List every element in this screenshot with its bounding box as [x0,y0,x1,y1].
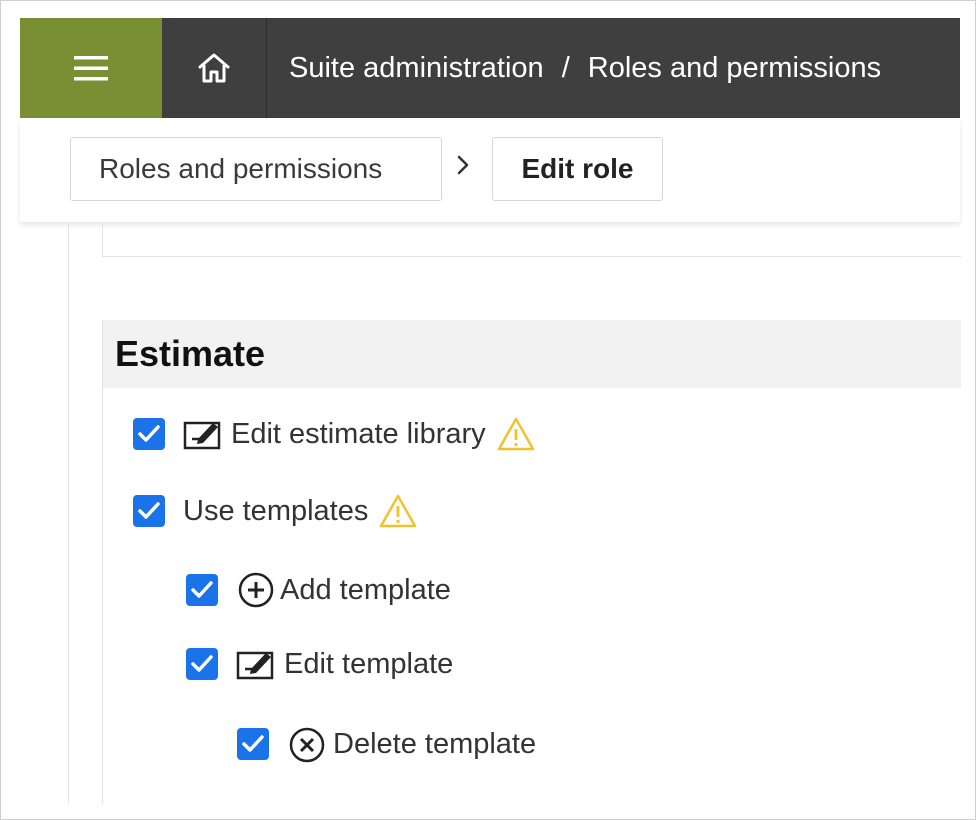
topbar-crumb-suite-administration[interactable]: Suite administration [289,52,544,85]
permission-delete-template: Delete template [237,724,536,764]
checkbox-delete-template[interactable] [237,728,269,760]
permission-label: Use templates [183,494,369,527]
topbar-crumb-roles-and-permissions[interactable]: Roles and permissions [588,52,881,85]
previous-card [102,222,961,257]
topbar-separator: / [561,51,570,84]
check-icon [191,655,213,672]
chevron-right-icon [457,155,469,175]
menu-button[interactable] [20,18,162,118]
topbar-breadcrumb: Suite administration / Roles and permiss… [267,52,881,85]
hamburger-icon [74,56,108,81]
permission-edit-estimate-library: Edit estimate library [133,416,536,452]
check-icon [138,425,160,442]
permission-use-templates: Use templates [133,493,418,529]
checkbox-edit-template[interactable] [186,648,218,680]
checkbox-edit-estimate-library[interactable] [133,418,165,450]
breadcrumb: Roles and permissions Edit role [20,118,960,222]
permission-label: Delete template [333,727,537,760]
warning-icon [378,493,418,529]
content-divider [68,222,69,804]
home-button[interactable] [162,18,267,118]
permission-label: Edit estimate library [231,417,486,450]
permission-label: Add template [280,573,451,606]
warning-icon [496,416,536,452]
check-icon [191,581,213,598]
check-icon [242,735,264,752]
edit-icon [183,417,227,451]
permission-edit-template: Edit template [186,647,453,681]
permission-add-template: Add template [186,570,451,610]
delete-circle-icon [287,724,329,764]
permission-label: Edit template [284,647,454,680]
add-circle-icon [236,570,276,610]
home-icon [198,53,230,83]
section-title: Estimate [103,320,961,388]
check-icon [138,502,160,519]
checkbox-add-template[interactable] [186,574,218,606]
top-bar: Suite administration / Roles and permiss… [20,18,960,118]
checkbox-use-templates[interactable] [133,495,165,527]
estimate-section: Estimate Edit estimate library Use templ… [102,320,961,804]
breadcrumb-roles-and-permissions[interactable]: Roles and permissions [70,137,442,201]
breadcrumb-edit-role[interactable]: Edit role [492,137,663,201]
edit-icon [236,647,280,681]
